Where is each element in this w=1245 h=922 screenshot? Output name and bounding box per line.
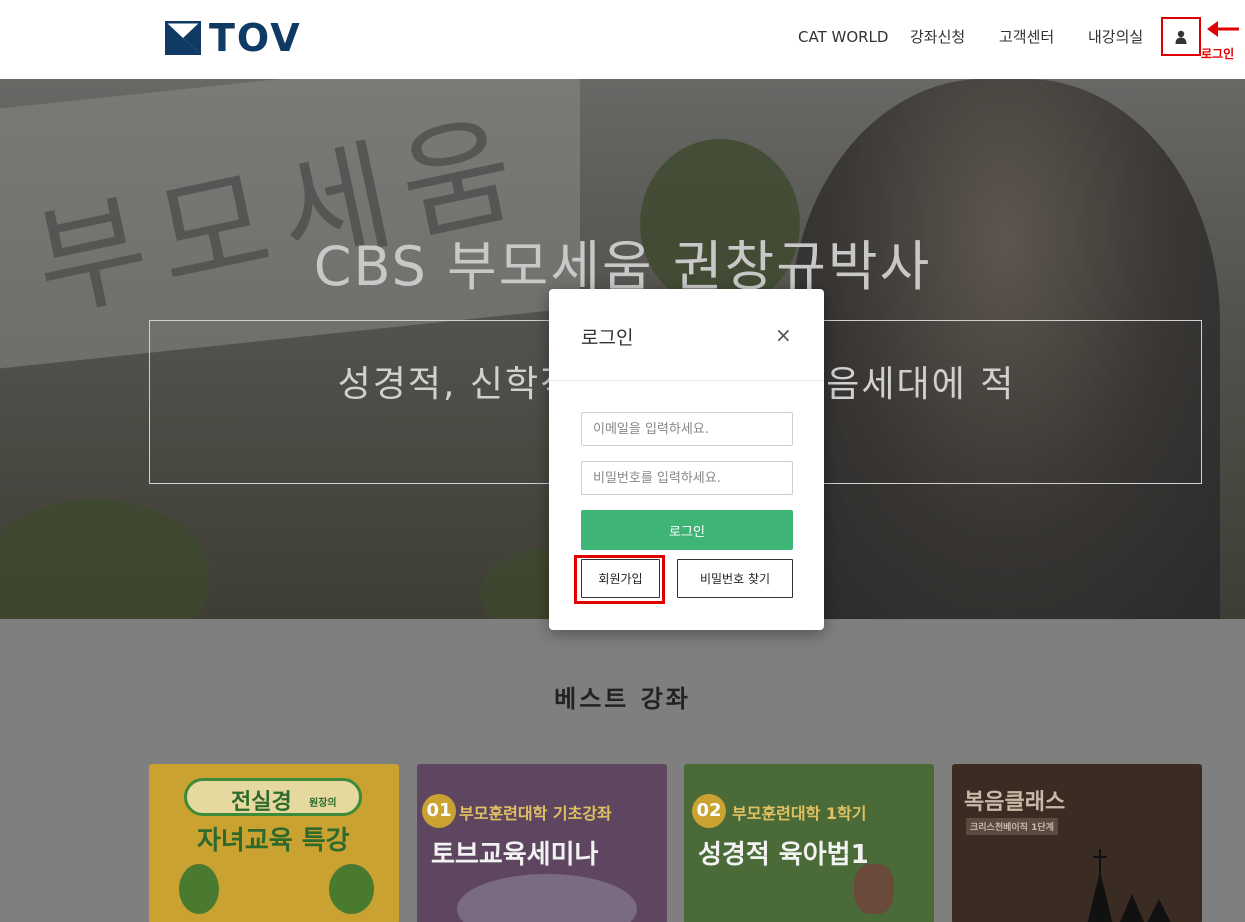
find-password-button[interactable]: 비밀번호 찾기 [677,559,793,598]
signup-highlight-box [574,555,665,604]
email-field[interactable] [581,412,793,446]
modal-title: 로그인 [581,327,634,349]
login-modal: 로그인 × 로그인 회원가입 비밀번호 찾기 [549,289,824,630]
login-button[interactable]: 로그인 [581,510,793,550]
password-field[interactable] [581,461,793,495]
modal-divider [549,380,824,381]
close-icon[interactable]: × [775,325,792,345]
